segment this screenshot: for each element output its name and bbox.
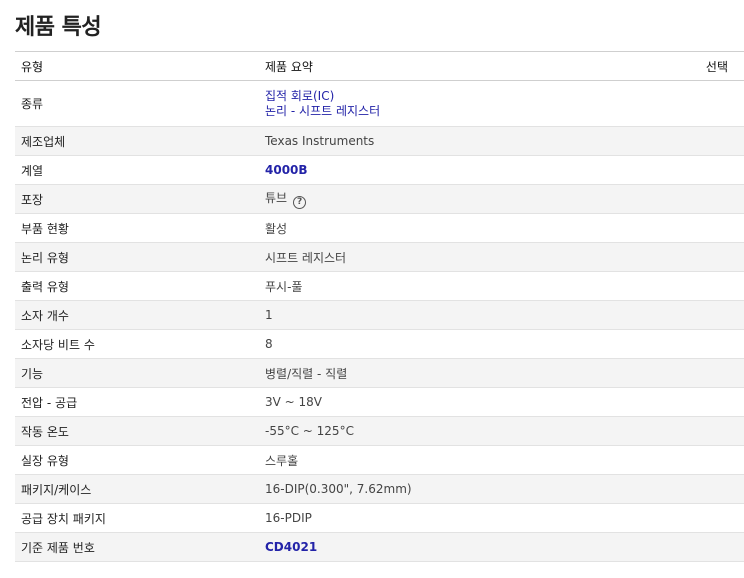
table-row: 계열 4000B xyxy=(15,155,744,185)
row-label-logic-type: 논리 유형 xyxy=(15,242,259,272)
select-cell xyxy=(669,126,744,156)
category-link-shift-register[interactable]: 논리 - 시프트 레지스터 xyxy=(265,104,380,118)
base-product-number-link[interactable]: CD4021 xyxy=(265,540,317,554)
section-title: 제품 특성 xyxy=(15,15,102,40)
row-value-category: 집적 회로(IC) 논리 - 시프트 레지스터 xyxy=(259,80,669,127)
row-label-operating-temp: 작동 온도 xyxy=(15,416,259,446)
row-label-supplier-device-package: 공급 장치 패키지 xyxy=(15,503,259,533)
row-label-part-status: 부품 현황 xyxy=(15,213,259,243)
row-label-output-type: 출력 유형 xyxy=(15,271,259,301)
select-cell xyxy=(669,387,744,417)
header-type: 유형 xyxy=(15,51,259,81)
select-cell xyxy=(669,358,744,388)
row-value-bits-per-element: 8 xyxy=(259,329,669,359)
row-value-supplier-device-package: 16-PDIP xyxy=(259,503,669,533)
row-label-base-product-number: 기준 제품 번호 xyxy=(15,532,259,562)
select-cell xyxy=(669,184,744,214)
row-value-part-status: 활성 xyxy=(259,213,669,243)
select-cell xyxy=(669,474,744,504)
row-label-packaging: 포장 xyxy=(15,184,259,214)
row-label-function: 기능 xyxy=(15,358,259,388)
row-value-series: 4000B xyxy=(259,155,669,185)
row-value-packaging: 튜브? xyxy=(259,184,669,214)
table-row: 패키지/케이스 16-DIP(0.300", 7.62mm) xyxy=(15,474,744,504)
table-row: 출력 유형 푸시-풀 xyxy=(15,271,744,301)
category-link-ic[interactable]: 집적 회로(IC) xyxy=(265,89,334,103)
select-cell xyxy=(669,300,744,330)
table-row: 기준 제품 번호 CD4021 xyxy=(15,532,744,562)
packaging-value: 튜브 xyxy=(265,191,288,205)
row-label-mounting-type: 실장 유형 xyxy=(15,445,259,475)
header-select: 선택 xyxy=(669,51,744,81)
select-cell xyxy=(669,155,744,185)
row-value-manufacturer: Texas Instruments xyxy=(259,126,669,156)
table-row: 기능 병렬/직렬 - 직렬 xyxy=(15,358,744,388)
select-cell xyxy=(669,416,744,446)
table-row: 포장 튜브? xyxy=(15,184,744,214)
row-label-voltage-supply: 전압 - 공급 xyxy=(15,387,259,417)
table-row: 종류 집적 회로(IC) 논리 - 시프트 레지스터 xyxy=(15,80,744,127)
select-cell xyxy=(669,213,744,243)
row-label-series: 계열 xyxy=(15,155,259,185)
row-label-package-case: 패키지/케이스 xyxy=(15,474,259,504)
row-value-voltage-supply: 3V ~ 18V xyxy=(259,387,669,417)
table-row: 제조업체 Texas Instruments xyxy=(15,126,744,156)
row-value-logic-type: 시프트 레지스터 xyxy=(259,242,669,272)
select-cell xyxy=(669,242,744,272)
row-value-base-product-number: CD4021 xyxy=(259,532,669,562)
select-cell xyxy=(669,445,744,475)
table-row: 작동 온도 -55°C ~ 125°C xyxy=(15,416,744,446)
row-value-mounting-type: 스루홀 xyxy=(259,445,669,475)
attributes-table: 유형 제품 요약 선택 종류 집적 회로(IC) 논리 - 시프트 레지스터 제… xyxy=(15,51,744,562)
table-row: 소자당 비트 수 8 xyxy=(15,329,744,359)
row-value-function: 병렬/직렬 - 직렬 xyxy=(259,358,669,388)
select-cell xyxy=(669,271,744,301)
select-cell xyxy=(669,532,744,562)
row-value-package-case: 16-DIP(0.300", 7.62mm) xyxy=(259,474,669,504)
row-value-num-elements: 1 xyxy=(259,300,669,330)
select-cell xyxy=(669,503,744,533)
row-label-category: 종류 xyxy=(15,80,259,127)
table-row: 논리 유형 시프트 레지스터 xyxy=(15,242,744,272)
help-icon[interactable]: ? xyxy=(293,196,307,209)
row-value-operating-temp: -55°C ~ 125°C xyxy=(259,416,669,446)
row-label-bits-per-element: 소자당 비트 수 xyxy=(15,329,259,359)
table-row: 공급 장치 패키지 16-PDIP xyxy=(15,503,744,533)
product-attributes-page: 제품 특성 유형 제품 요약 선택 종류 집적 회로(IC) 논리 - 시프트 … xyxy=(0,0,744,578)
series-link[interactable]: 4000B xyxy=(265,163,308,177)
row-label-manufacturer: 제조업체 xyxy=(15,126,259,156)
row-label-num-elements: 소자 개수 xyxy=(15,300,259,330)
table-row: 실장 유형 스루홀 xyxy=(15,445,744,475)
table-row: 부품 현황 활성 xyxy=(15,213,744,243)
header-summary: 제품 요약 xyxy=(259,51,669,81)
table-header-row: 유형 제품 요약 선택 xyxy=(15,51,744,81)
select-cell xyxy=(669,80,744,127)
table-row: 전압 - 공급 3V ~ 18V xyxy=(15,387,744,417)
table-row: 소자 개수 1 xyxy=(15,300,744,330)
row-value-output-type: 푸시-풀 xyxy=(259,271,669,301)
select-cell xyxy=(669,329,744,359)
